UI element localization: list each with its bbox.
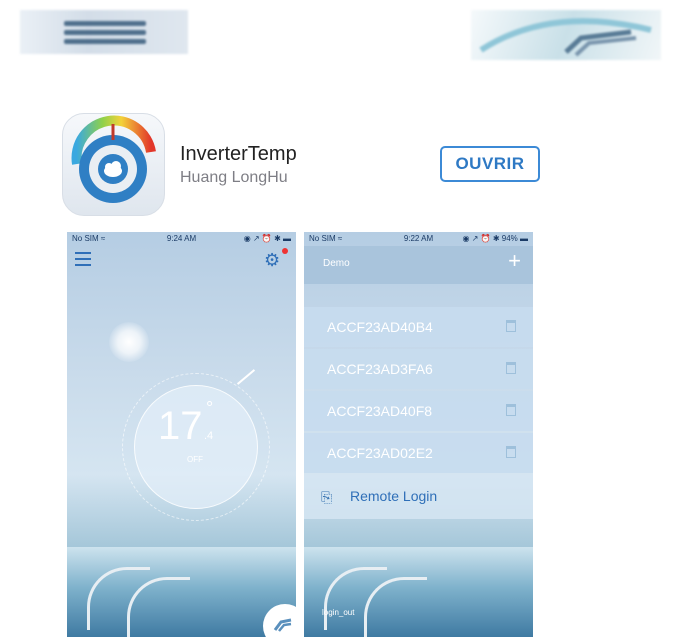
gear-icon[interactable]: ⚙ [264, 251, 282, 269]
status-bar: No SIM ≈ 9:24 AM ◉ ↗ ⏰ ✱ ▬ [67, 232, 296, 246]
device-row[interactable]: ACCF23AD40F8 [304, 391, 533, 431]
add-icon[interactable]: + [508, 250, 521, 272]
remote-login-label: Remote Login [350, 488, 438, 504]
pool-background [67, 547, 296, 637]
temperature-value: 17 [158, 404, 203, 448]
top-menu-icon[interactable] [20, 10, 188, 54]
menu-bar [64, 21, 146, 26]
trash-icon[interactable] [506, 404, 516, 416]
menu-icon[interactable] [75, 252, 91, 266]
app-name: InverterTemp [180, 143, 297, 165]
logout-link[interactable]: login_out [322, 608, 354, 617]
device-row[interactable]: ACCF23AD02E2 [304, 433, 533, 473]
device-name: ACCF23AD02E2 [327, 445, 433, 461]
degree-symbol: ° [206, 398, 214, 418]
device-row[interactable]: ACCF23AD3FA6 [304, 349, 533, 389]
screenshot-thermostat[interactable]: No SIM ≈ 9:24 AM ◉ ↗ ⏰ ✱ ▬ ⚙ 17 ° .4 OFF [67, 232, 296, 637]
remote-login-icon: ⎘ [321, 489, 333, 505]
app-developer: Huang LongHu [180, 169, 288, 186]
power-state: OFF [187, 455, 203, 464]
device-row[interactable]: ACCF23AD40B4 [304, 307, 533, 347]
device-name: ACCF23AD3FA6 [327, 361, 433, 377]
status-bar: No SIM ≈ 9:22 AM ◉ ↗ ⏰ ✱ 94% ▬ [304, 232, 533, 246]
trash-icon[interactable] [506, 362, 516, 374]
remote-login-row[interactable]: ⎘ Remote Login [304, 475, 533, 519]
notification-dot [282, 248, 288, 254]
trash-icon[interactable] [506, 320, 516, 332]
device-name: ACCF23AD40B4 [327, 319, 433, 335]
menu-bar [64, 39, 146, 44]
sun-glare [109, 322, 149, 362]
pool-background [304, 547, 533, 637]
open-button[interactable]: OUVRIR [440, 146, 540, 182]
temperature-decimal: .4 [204, 430, 214, 442]
trash-icon[interactable] [506, 446, 516, 458]
app-icon[interactable] [62, 113, 165, 216]
menu-bar [64, 30, 146, 35]
device-name: ACCF23AD40F8 [327, 403, 433, 419]
status-icons: ◉ ↗ ⏰ ✱ 94% ▬ [462, 234, 528, 243]
page-title: Demo [323, 258, 350, 269]
status-icons: ◉ ↗ ⏰ ✱ ▬ [243, 234, 291, 243]
brand-logo [471, 10, 661, 60]
dial-indicator [236, 369, 256, 385]
screenshot-device-list[interactable]: No SIM ≈ 9:22 AM ◉ ↗ ⏰ ✱ 94% ▬ Demo + AC… [304, 232, 533, 637]
